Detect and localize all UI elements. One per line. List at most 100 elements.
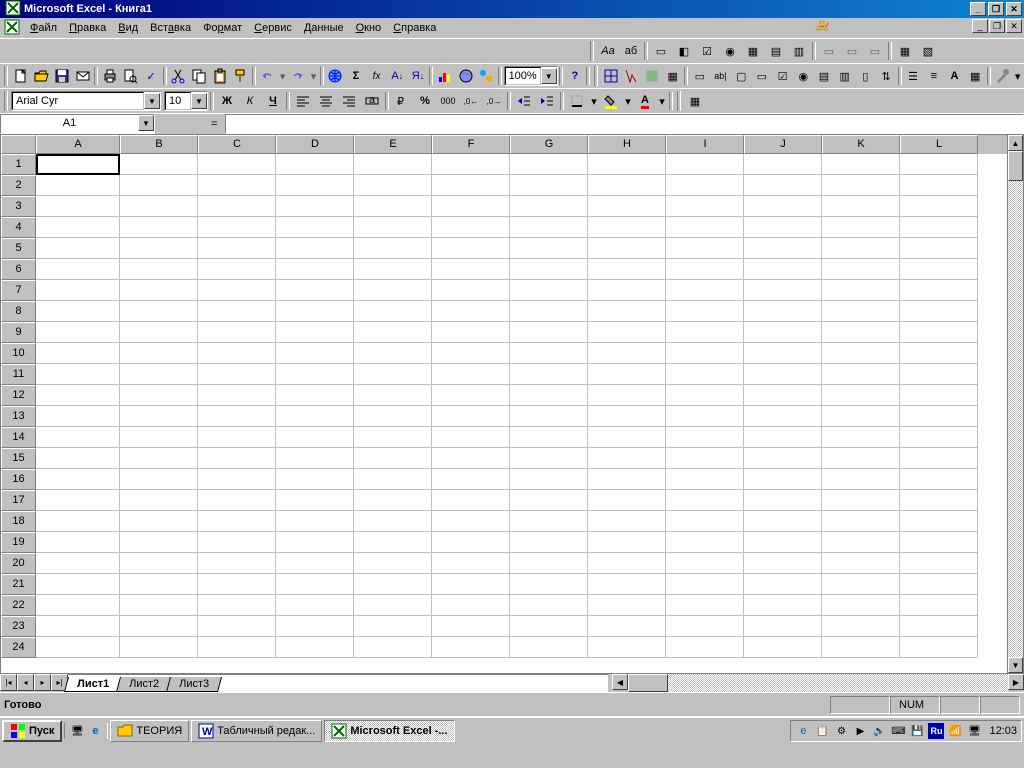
- cell-F23[interactable]: [432, 616, 510, 637]
- cell-B14[interactable]: [120, 427, 198, 448]
- form-group-button[interactable]: ▢: [731, 65, 751, 87]
- task--[interactable]: ТЕОРИЯ: [110, 720, 189, 742]
- cell-F6[interactable]: [432, 259, 510, 280]
- cell-F8[interactable]: [432, 301, 510, 322]
- cell-I18[interactable]: [666, 511, 744, 532]
- cell-D5[interactable]: [276, 238, 354, 259]
- cell-D7[interactable]: [276, 280, 354, 301]
- pt-btn-1[interactable]: [601, 65, 621, 87]
- cell-H14[interactable]: [588, 427, 666, 448]
- pt-btn-2[interactable]: [622, 65, 642, 87]
- paste-button[interactable]: [210, 65, 230, 87]
- cell-G18[interactable]: [510, 511, 588, 532]
- bold-button[interactable]: Ж: [216, 90, 238, 112]
- office-assistant-cat[interactable]: [814, 17, 894, 77]
- cell-F22[interactable]: [432, 595, 510, 616]
- pt-btn-3[interactable]: [642, 65, 662, 87]
- cell-A19[interactable]: [36, 532, 120, 553]
- col-header-L[interactable]: L: [900, 135, 978, 154]
- cell-E16[interactable]: [354, 469, 432, 490]
- open-button[interactable]: [31, 65, 51, 87]
- cell-A15[interactable]: [36, 448, 120, 469]
- cell-D22[interactable]: [276, 595, 354, 616]
- cell-I2[interactable]: [666, 175, 744, 196]
- cell-F3[interactable]: [432, 196, 510, 217]
- col-header-E[interactable]: E: [354, 135, 432, 154]
- cells-area[interactable]: [36, 154, 978, 658]
- cell-E9[interactable]: [354, 322, 432, 343]
- scroll-right-button[interactable]: ▶: [1008, 674, 1024, 690]
- cell-H21[interactable]: [588, 574, 666, 595]
- cell-F5[interactable]: [432, 238, 510, 259]
- cell-E1[interactable]: [354, 154, 432, 175]
- cell-F19[interactable]: [432, 532, 510, 553]
- cell-C20[interactable]: [198, 553, 276, 574]
- cell-A2[interactable]: [36, 175, 120, 196]
- cell-I15[interactable]: [666, 448, 744, 469]
- cell-C12[interactable]: [198, 385, 276, 406]
- name-box[interactable]: A1 ▼: [0, 114, 155, 134]
- cell-L22[interactable]: [900, 595, 978, 616]
- col-header-G[interactable]: G: [510, 135, 588, 154]
- cell-J14[interactable]: [744, 427, 822, 448]
- cell-D15[interactable]: [276, 448, 354, 469]
- cell-J9[interactable]: [744, 322, 822, 343]
- cell-I8[interactable]: [666, 301, 744, 322]
- cell-A11[interactable]: [36, 364, 120, 385]
- cell-G6[interactable]: [510, 259, 588, 280]
- undo-dropdown[interactable]: ▾: [278, 65, 287, 87]
- font-size-combo[interactable]: 10 ▼: [164, 91, 208, 111]
- cell-K6[interactable]: [822, 259, 900, 280]
- cell-G23[interactable]: [510, 616, 588, 637]
- font-color-dropdown[interactable]: ▾: [657, 90, 667, 112]
- cell-L15[interactable]: [900, 448, 978, 469]
- cell-I9[interactable]: [666, 322, 744, 343]
- horizontal-scrollbar[interactable]: ◀ ▶: [612, 674, 1024, 692]
- cell-K7[interactable]: [822, 280, 900, 301]
- sort-desc-button[interactable]: Я↓: [408, 65, 428, 87]
- row-header-9[interactable]: 9: [1, 322, 36, 343]
- cell-L9[interactable]: [900, 322, 978, 343]
- cell-B10[interactable]: [120, 343, 198, 364]
- cell-L21[interactable]: [900, 574, 978, 595]
- cell-E23[interactable]: [354, 616, 432, 637]
- borders-dropdown[interactable]: ▾: [589, 90, 599, 112]
- cell-H13[interactable]: [588, 406, 666, 427]
- cell-K3[interactable]: [822, 196, 900, 217]
- cell-C18[interactable]: [198, 511, 276, 532]
- row-header-13[interactable]: 13: [1, 406, 36, 427]
- cell-A8[interactable]: [36, 301, 120, 322]
- cell-J20[interactable]: [744, 553, 822, 574]
- cell-D24[interactable]: [276, 637, 354, 658]
- row-header-17[interactable]: 17: [1, 490, 36, 511]
- cell-J10[interactable]: [744, 343, 822, 364]
- cell-G2[interactable]: [510, 175, 588, 196]
- save-button[interactable]: [52, 65, 72, 87]
- form-option-button[interactable]: ◉: [793, 65, 813, 87]
- form-button-button[interactable]: ▭: [752, 65, 772, 87]
- row-header-4[interactable]: 4: [1, 217, 36, 238]
- cell-C5[interactable]: [198, 238, 276, 259]
- col-header-A[interactable]: A: [36, 135, 120, 154]
- row-header-3[interactable]: 3: [1, 196, 36, 217]
- scroll-up-button[interactable]: ▲: [1008, 135, 1023, 151]
- row-header-8[interactable]: 8: [1, 301, 36, 322]
- cell-G22[interactable]: [510, 595, 588, 616]
- cell-E18[interactable]: [354, 511, 432, 532]
- increase-decimal-button[interactable]: ,0←: [460, 90, 482, 112]
- cell-L1[interactable]: [900, 154, 978, 175]
- cell-H5[interactable]: [588, 238, 666, 259]
- cell-B8[interactable]: [120, 301, 198, 322]
- cell-A21[interactable]: [36, 574, 120, 595]
- tray-icon-5[interactable]: ⌨: [890, 723, 906, 739]
- cell-H18[interactable]: [588, 511, 666, 532]
- chart-button[interactable]: [435, 65, 455, 87]
- cell-I13[interactable]: [666, 406, 744, 427]
- sort-asc-button[interactable]: А↓: [387, 65, 407, 87]
- cell-G19[interactable]: [510, 532, 588, 553]
- row-header-19[interactable]: 19: [1, 532, 36, 553]
- cell-F24[interactable]: [432, 637, 510, 658]
- cell-B6[interactable]: [120, 259, 198, 280]
- tb-btn-4[interactable]: ▦: [742, 40, 764, 62]
- cell-D14[interactable]: [276, 427, 354, 448]
